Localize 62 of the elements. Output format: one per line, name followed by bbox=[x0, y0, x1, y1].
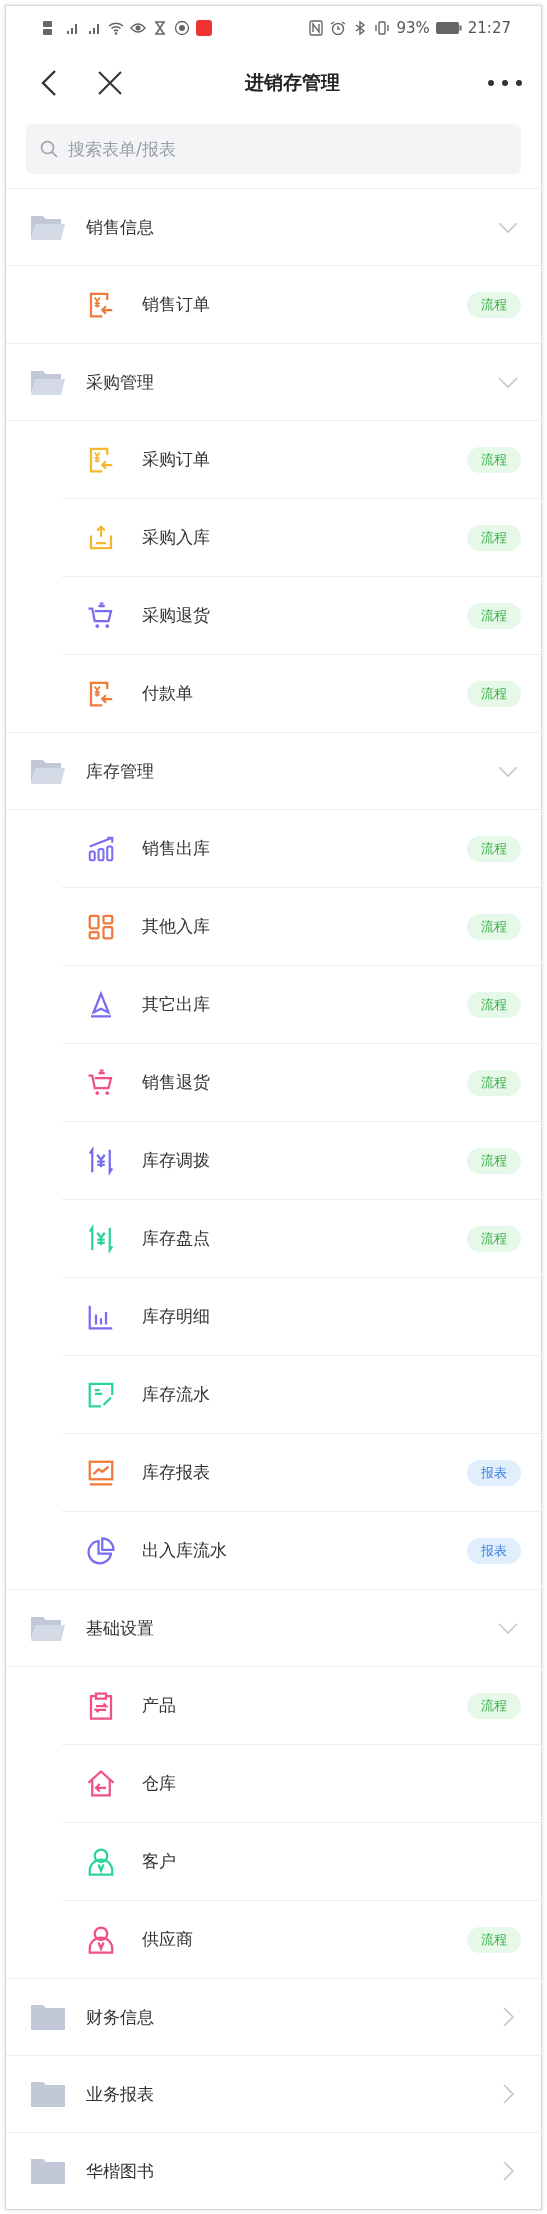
folder-icon bbox=[30, 368, 66, 396]
tag-label: 流程 bbox=[467, 602, 521, 629]
folder-row[interactable]: 销售信息 bbox=[6, 188, 541, 265]
clock-time: 21:27 bbox=[467, 19, 511, 37]
folder-icon bbox=[30, 757, 66, 785]
battery-icon bbox=[435, 21, 462, 35]
form-list-item[interactable]: 销售订单 流程 bbox=[6, 265, 541, 343]
battery-percent: 93% bbox=[396, 19, 430, 37]
tag-label: 流程 bbox=[467, 1147, 521, 1174]
tag-label: 流程 bbox=[467, 680, 521, 707]
tag-label: 流程 bbox=[467, 446, 521, 473]
folder-row[interactable]: 业务报表 bbox=[6, 2055, 541, 2132]
nfc-icon bbox=[308, 20, 325, 36]
folder-row[interactable]: 财务信息 bbox=[6, 1978, 541, 2055]
form-list-item[interactable]: 库存流水 bbox=[62, 1355, 541, 1433]
folder-icon bbox=[30, 1614, 66, 1642]
tag-label: 流程 bbox=[467, 835, 521, 862]
tag-label: 流程 bbox=[467, 291, 521, 318]
tag-label: 流程 bbox=[467, 1225, 521, 1252]
tag-label: 流程 bbox=[467, 1926, 521, 1953]
tag-label: 流程 bbox=[467, 1692, 521, 1719]
form-list-item[interactable]: 付款单 流程 bbox=[62, 654, 541, 732]
form-list-item[interactable]: 采购入库 流程 bbox=[62, 498, 541, 576]
form-list-item[interactable]: 产品 流程 bbox=[6, 1666, 541, 1744]
form-list-item[interactable]: 采购退货 流程 bbox=[62, 576, 541, 654]
alarm-icon bbox=[330, 20, 347, 36]
search-field[interactable]: 搜索表单/报表 bbox=[26, 124, 521, 174]
vibrate-icon bbox=[374, 20, 391, 36]
form-list-item[interactable]: 库存调拨 流程 bbox=[62, 1121, 541, 1199]
folder-row[interactable]: 基础设置 bbox=[6, 1589, 541, 1666]
folder-icon bbox=[30, 2003, 66, 2031]
wifi-icon bbox=[108, 20, 124, 36]
tag-label: 流程 bbox=[467, 524, 521, 551]
form-list-item[interactable]: 供应商 流程 bbox=[62, 1900, 541, 1978]
form-list-item[interactable]: 库存报表 报表 bbox=[62, 1433, 541, 1511]
form-list-item[interactable]: 其他入库 流程 bbox=[62, 887, 541, 965]
form-list-item[interactable]: 销售出库 流程 bbox=[6, 809, 541, 887]
folder-row[interactable]: 华楷图书 bbox=[6, 2132, 541, 2209]
form-list-item[interactable]: 库存明细 bbox=[62, 1277, 541, 1355]
target-icon bbox=[174, 20, 190, 36]
form-list-item[interactable]: 出入库流水 报表 bbox=[62, 1511, 541, 1589]
form-list-item[interactable]: 其它出库 流程 bbox=[62, 965, 541, 1043]
form-list-item[interactable]: 库存盘点 流程 bbox=[62, 1199, 541, 1277]
folder-icon bbox=[30, 2157, 66, 2185]
tag-label: 流程 bbox=[467, 1069, 521, 1096]
form-list-item[interactable]: 销售退货 流程 bbox=[62, 1043, 541, 1121]
folder-icon bbox=[30, 2080, 66, 2108]
tag-label: 流程 bbox=[467, 991, 521, 1018]
hourglass-icon bbox=[152, 20, 168, 36]
folder-icon bbox=[30, 213, 66, 241]
eye-icon bbox=[130, 20, 146, 36]
folder-row[interactable]: 采购管理 bbox=[6, 343, 541, 420]
folder-row[interactable]: 库存管理 bbox=[6, 732, 541, 809]
form-list-item[interactable]: 采购订单 流程 bbox=[6, 420, 541, 498]
tag-label: 报表 bbox=[467, 1459, 521, 1486]
form-list-item[interactable]: 客户 bbox=[62, 1822, 541, 1900]
tag-label: 报表 bbox=[467, 1537, 521, 1564]
close-icon bbox=[97, 70, 123, 96]
form-list-item[interactable]: 仓库 bbox=[62, 1744, 541, 1822]
app-icon bbox=[196, 20, 212, 36]
page-title: 进销存管理 bbox=[244, 70, 341, 95]
tag-label: 流程 bbox=[467, 913, 521, 940]
